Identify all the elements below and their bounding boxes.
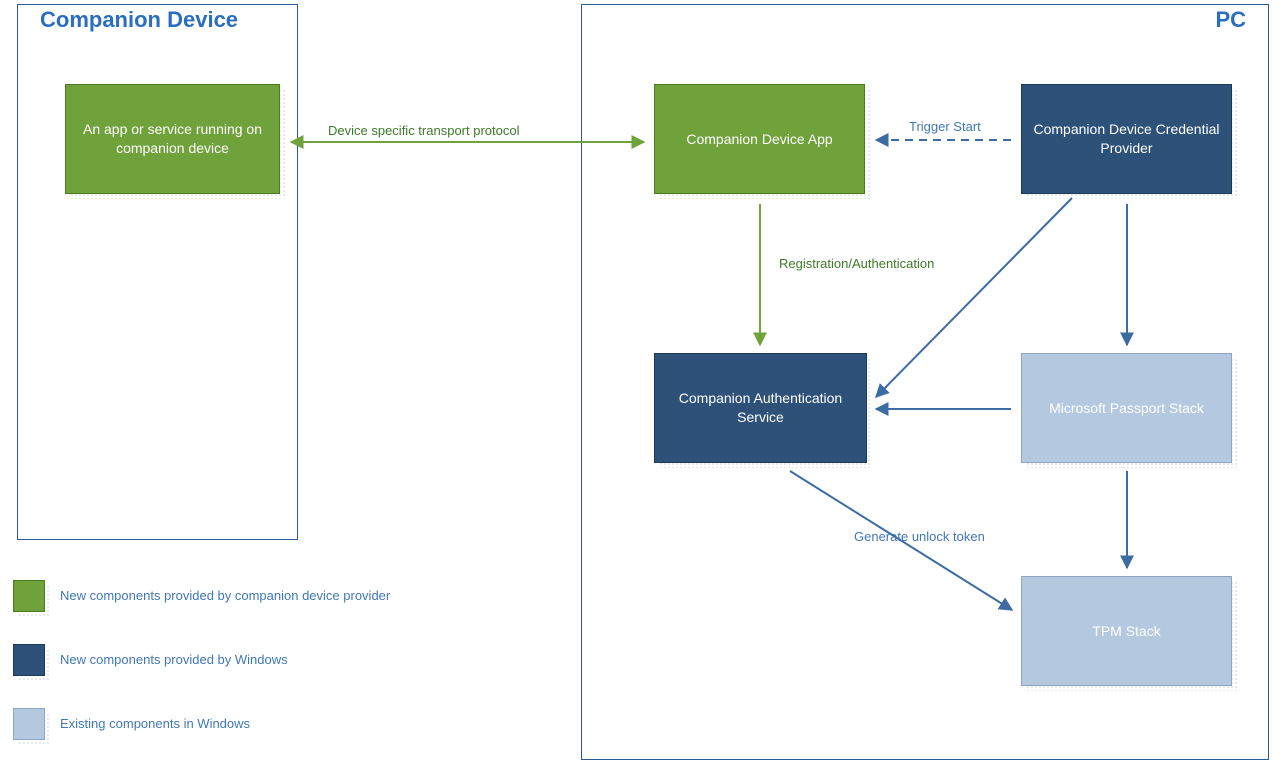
- container-title-companion: Companion Device: [40, 7, 238, 33]
- legend-label-darkblue: New components provided by Windows: [60, 652, 288, 667]
- node-tpm-stack: TPM Stack: [1021, 576, 1232, 686]
- node-label: Companion Device Credential Provider: [1030, 120, 1223, 158]
- node-companion-device-app: Companion Device App: [654, 84, 865, 194]
- legend-label-lightblue: Existing components in Windows: [60, 716, 250, 731]
- edge-label-transport: Device specific transport protocol: [328, 123, 519, 138]
- legend-swatch-darkblue: [13, 644, 45, 676]
- node-label: Companion Authentication Service: [663, 389, 858, 427]
- legend-swatch-green: [13, 580, 45, 612]
- edge-label-reg-auth: Registration/Authentication: [779, 256, 934, 271]
- container-title-pc: PC: [1215, 7, 1246, 33]
- node-auth-service: Companion Authentication Service: [654, 353, 867, 463]
- node-passport-stack: Microsoft Passport Stack: [1021, 353, 1232, 463]
- edge-label-trigger: Trigger Start: [909, 119, 981, 134]
- node-label: An app or service running on companion d…: [74, 120, 271, 158]
- node-label: Microsoft Passport Stack: [1049, 399, 1204, 418]
- node-label: Companion Device App: [686, 130, 832, 149]
- node-app-or-service: An app or service running on companion d…: [65, 84, 280, 194]
- node-label: TPM Stack: [1092, 622, 1160, 641]
- node-credential-provider: Companion Device Credential Provider: [1021, 84, 1232, 194]
- legend-label-green: New components provided by companion dev…: [60, 588, 390, 603]
- edge-label-unlock: Generate unlock token: [854, 529, 985, 544]
- legend-swatch-lightblue: [13, 708, 45, 740]
